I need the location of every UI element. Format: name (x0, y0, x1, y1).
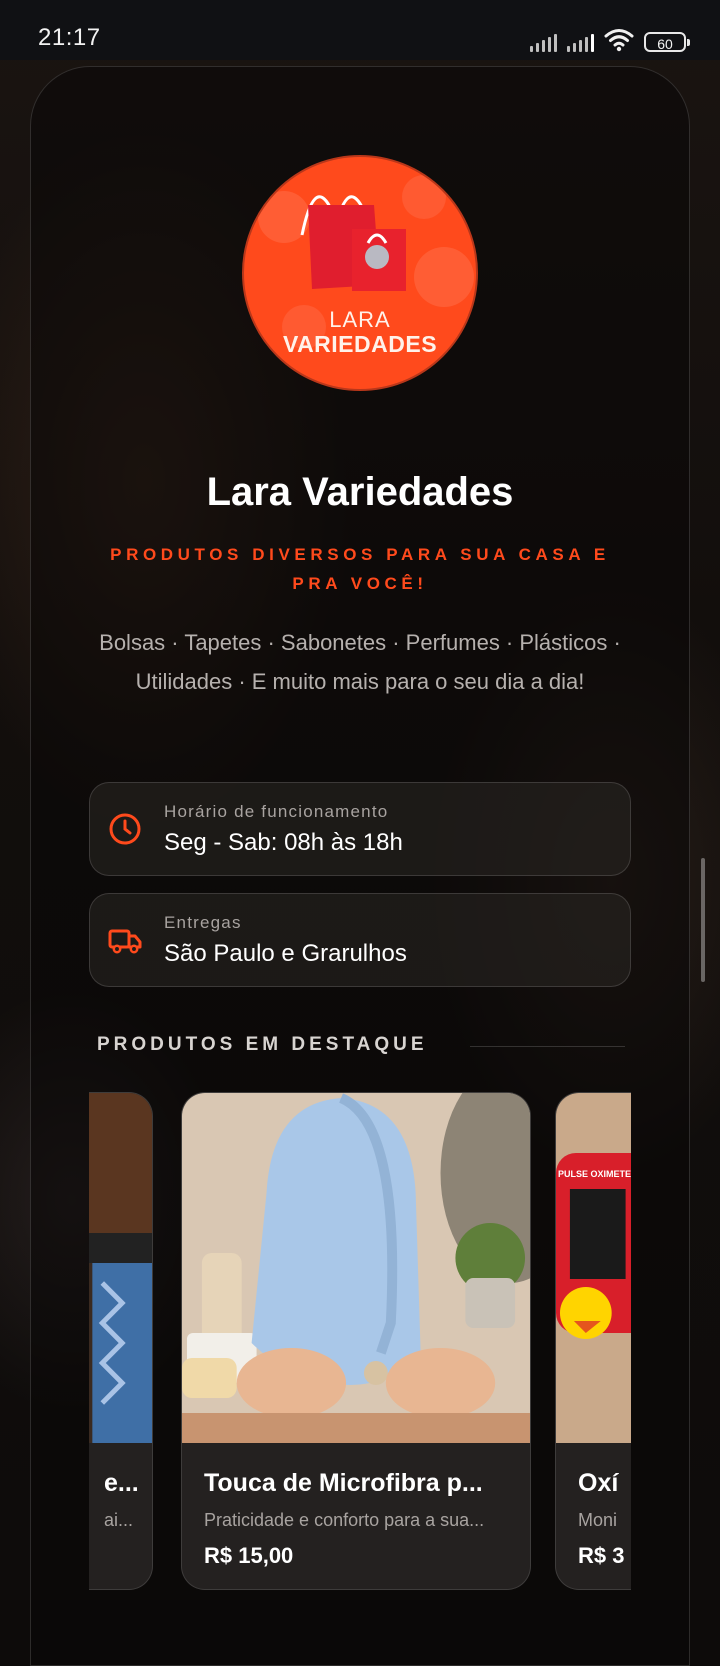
status-time: 21:17 (38, 24, 101, 51)
signal-icon (530, 32, 557, 52)
product-description: Praticidade e conforto para a sua... (204, 1510, 485, 1530)
store-logo: LARA VARIEDADES (242, 155, 478, 391)
store-name: Lara Variedades (206, 470, 514, 514)
product-card[interactable]: PULSE OXIMETE Oxí Moni R$ 3 (555, 1092, 631, 1590)
product-price: R$ 3 (578, 1543, 625, 1568)
featured-carousel[interactable]: e... ai... Touca de Microfibra p... Prat… (89, 1092, 631, 1602)
logo-text-line2: VARIEDADES (282, 331, 438, 357)
store-description: Bolsas · Tapetes · Sabonetes · Perfumes … (99, 630, 621, 694)
product-card[interactable]: e... ai... (89, 1092, 153, 1590)
product-price: R$ 15,00 (204, 1543, 294, 1568)
scrollbar[interactable] (701, 858, 705, 982)
delivery-card: Entregas São Paulo e Grarulhos (89, 893, 631, 987)
product-description: ai... (104, 1510, 134, 1530)
logo-text-line1: LARA (329, 307, 391, 332)
product-image (556, 1093, 631, 1443)
battery-icon: 60 (644, 32, 690, 52)
status-bar: 21:17 60 (0, 0, 720, 60)
hours-label: Horário de funcionamento (164, 802, 389, 821)
product-card[interactable]: Touca de Microfibra p... Praticidade e c… (181, 1092, 531, 1590)
featured-title: PRODUTOS EM DESTAQUE (97, 1034, 428, 1055)
product-name: e... (104, 1469, 139, 1497)
truck-icon (108, 929, 142, 954)
section-divider (470, 1046, 625, 1047)
wifi-icon (604, 29, 634, 52)
store-tagline: PRODUTOS DIVERSOS PARA SUA CASA E PRA VO… (110, 545, 610, 593)
clock-icon (109, 813, 141, 845)
product-description: Moni (578, 1510, 618, 1530)
signal-icon-2 (567, 32, 594, 52)
product-name: Oxí (578, 1469, 619, 1497)
product-image (89, 1093, 152, 1443)
delivery-label: Entregas (164, 913, 242, 932)
hours-card: Horário de funcionamento Seg - Sab: 08h … (89, 782, 631, 876)
delivery-value: São Paulo e Grarulhos (164, 940, 407, 967)
product-name: Touca de Microfibra p... (204, 1469, 483, 1497)
oximeter-label: PULSE OXIMETE (558, 1169, 631, 1179)
status-icons: 60 (530, 26, 690, 52)
hours-value: Seg - Sab: 08h às 18h (164, 829, 403, 856)
product-image (182, 1093, 530, 1443)
